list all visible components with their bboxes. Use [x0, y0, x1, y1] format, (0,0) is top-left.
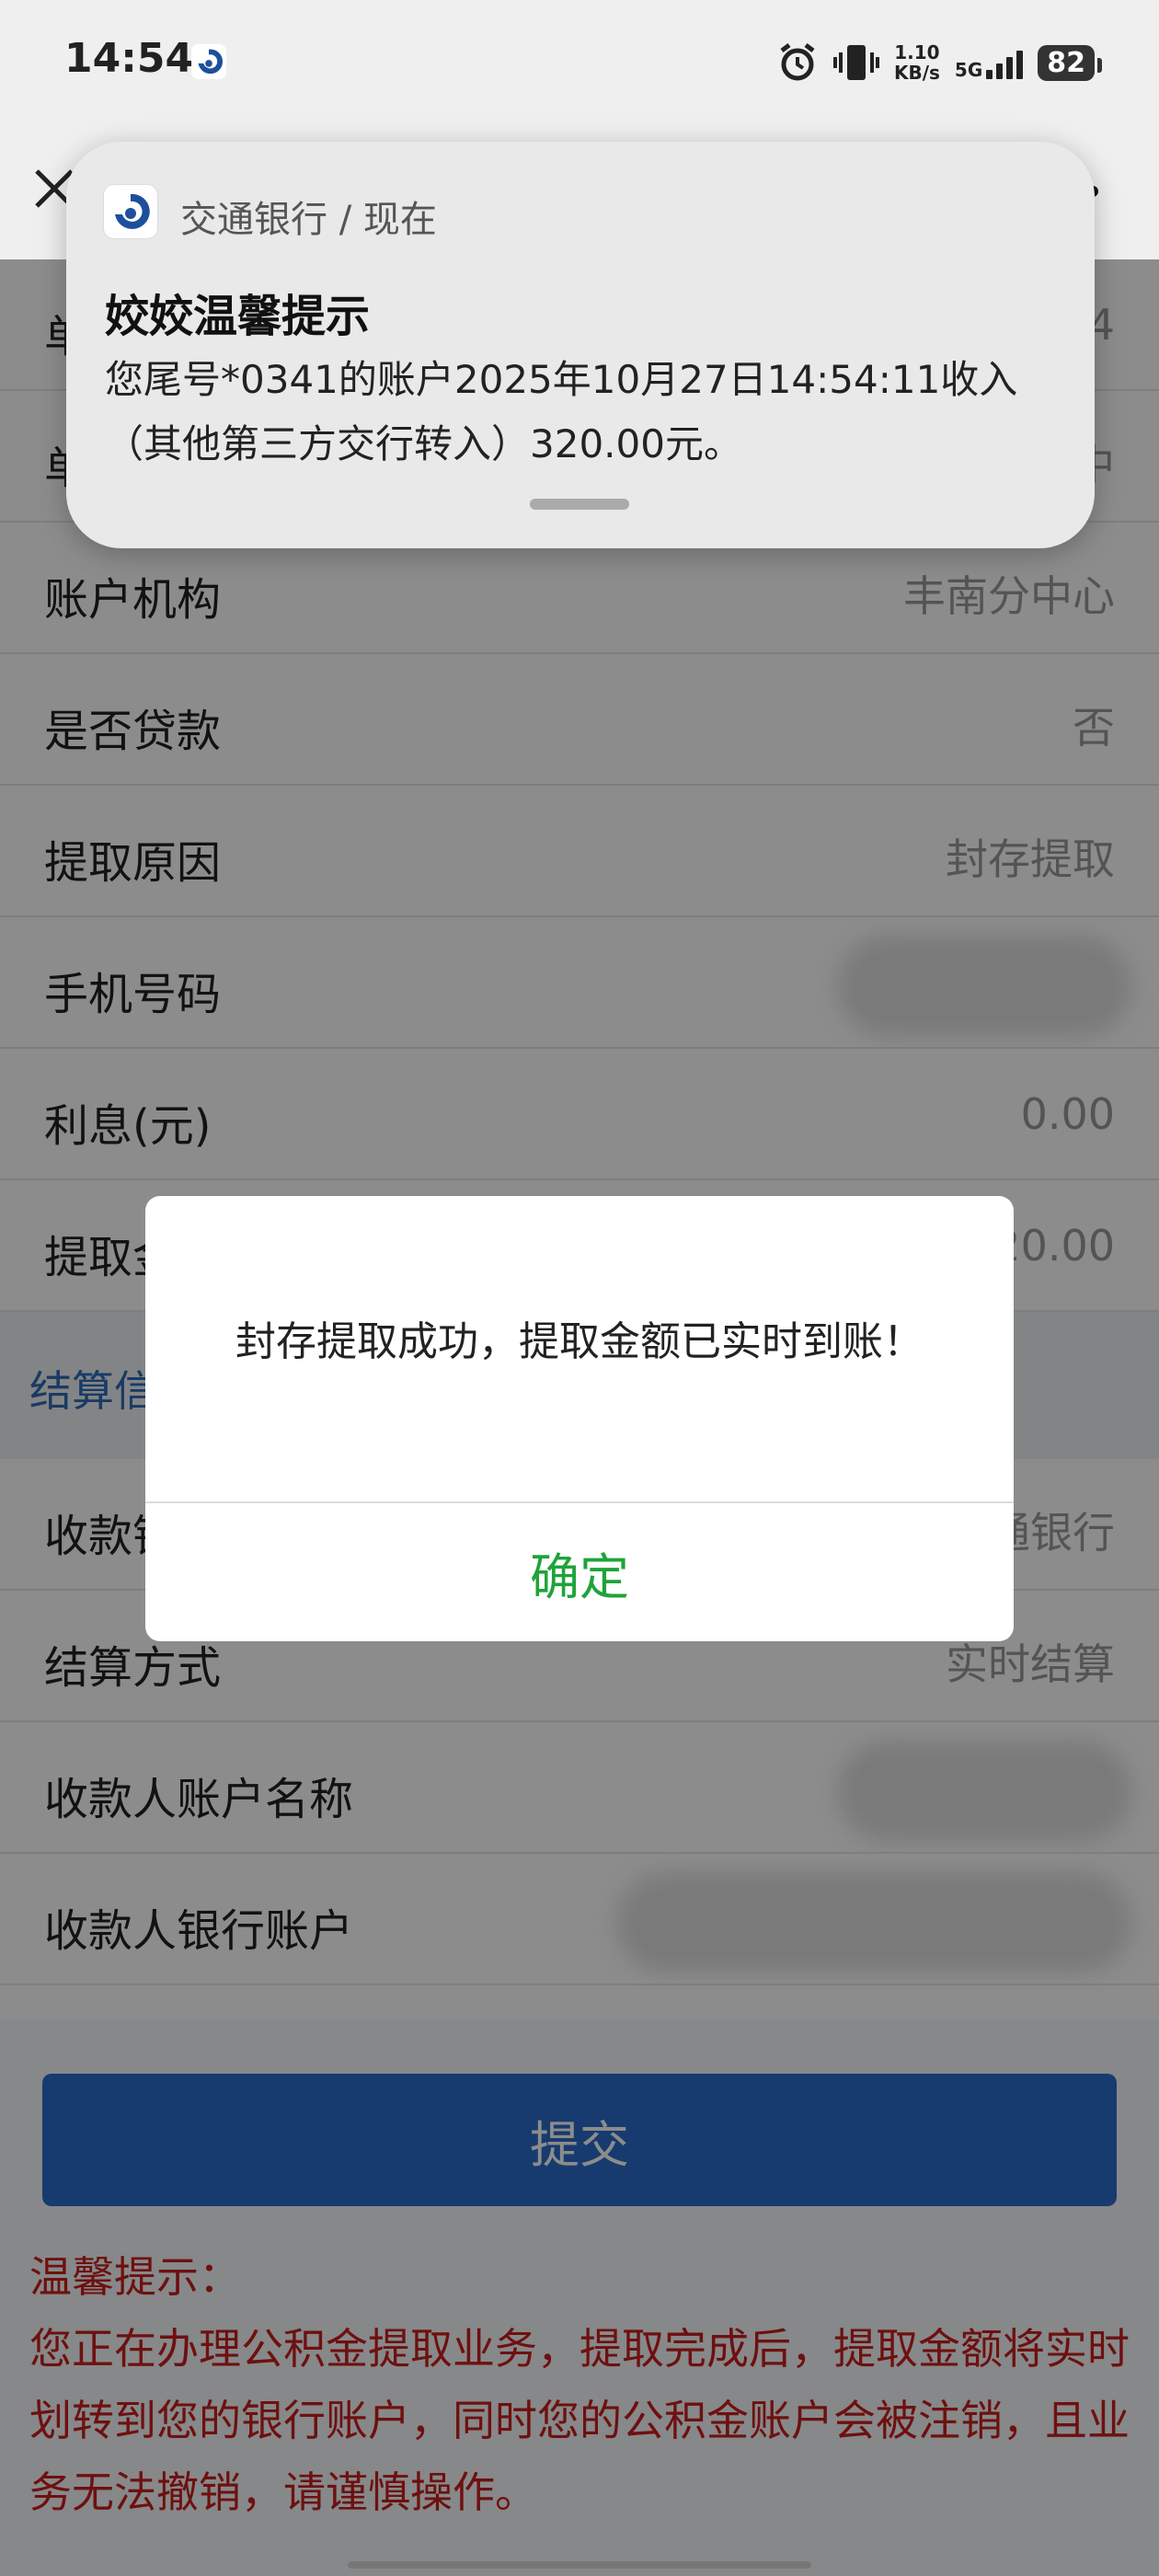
confirm-button[interactable]: 确定: [145, 1503, 1014, 1641]
signal-bars-icon: [986, 46, 1024, 79]
notification-body: 您尾号*0341的账户2025年10月27日14:54:11收入（其他第三方交行…: [105, 357, 1018, 466]
notification-source: 交通银行 / 现在: [180, 199, 437, 241]
success-dialog: 封存提取成功，提取金额已实时到账！ 确定: [145, 1196, 1014, 1641]
status-time: 14:54: [64, 35, 194, 82]
bank-logo-icon: [103, 184, 158, 239]
net-speed: 1.10 KB/s: [894, 42, 940, 83]
signal-indicator: 5G: [954, 46, 1024, 81]
status-bar: 14:54 1.10 KB/s 5G 82: [0, 0, 1159, 129]
notification-banner[interactable]: 交通银行 / 现在 姣姣温馨提示 您尾号*0341的账户2025年10月27日1…: [66, 142, 1095, 548]
vibrate-icon: [832, 45, 879, 80]
status-icons: 1.10 KB/s 5G 82: [776, 35, 1102, 90]
bank-app-icon: [191, 44, 226, 79]
network-type: 5G: [954, 59, 983, 81]
net-speed-value: 1.10: [894, 41, 940, 63]
notification-handle[interactable]: [530, 499, 629, 510]
notification-title: 姣姣温馨提示: [105, 291, 371, 342]
net-speed-unit: KB/s: [893, 62, 940, 84]
home-indicator[interactable]: [348, 2561, 811, 2569]
alarm-icon: [780, 43, 815, 81]
battery-icon: 82: [1038, 44, 1102, 81]
dialog-message: 封存提取成功，提取金额已实时到账！: [235, 1318, 924, 1365]
